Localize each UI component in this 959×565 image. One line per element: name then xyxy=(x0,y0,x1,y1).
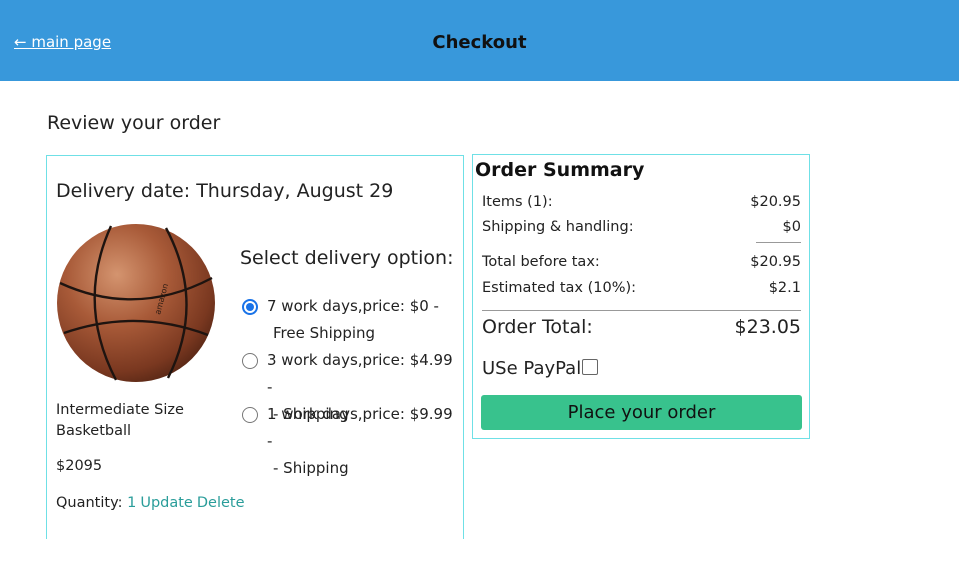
paypal-checkbox[interactable] xyxy=(582,359,598,375)
before-tax-label: Total before tax: xyxy=(482,254,600,270)
subtotal-divider xyxy=(756,242,801,243)
items-row: Items (1): $20.95 xyxy=(482,194,801,210)
order-total-label: Order Total: xyxy=(482,316,593,338)
order-summary-panel: Order Summary Items (1): $20.95 Shipping… xyxy=(472,154,810,439)
paypal-label: USe PayPal xyxy=(482,358,582,379)
basketball-image: amazon xyxy=(57,224,215,382)
delivery-date: Delivery date: Thursday, August 29 xyxy=(56,180,394,202)
tax-row: Estimated tax (10%): $2.1 xyxy=(482,280,801,296)
delivery-option-label: 7 work days,price: $0 - xyxy=(267,297,439,315)
delivery-options-title: Select delivery option: xyxy=(240,247,454,269)
delivery-option-7-days[interactable]: 7 work days,price: $0 - Free Shipping xyxy=(242,293,462,347)
shipping-row: Shipping & handling: $0 xyxy=(482,219,801,235)
order-total-row: Order Total: $23.05 xyxy=(482,316,801,338)
before-tax-value: $20.95 xyxy=(750,254,801,270)
radio-7-days[interactable] xyxy=(242,299,258,315)
checkout-header: ← main page Checkout xyxy=(0,0,959,81)
items-value: $20.95 xyxy=(750,194,801,210)
product-price: $2095 xyxy=(56,458,103,474)
items-label: Items (1): xyxy=(482,194,553,210)
delivery-option-label: 3 work days,price: $4.99 - xyxy=(267,351,453,396)
delivery-option-1-day[interactable]: 1 work days,price: $9.99 - - Shipping xyxy=(242,401,462,482)
radio-1-day[interactable] xyxy=(242,407,258,423)
before-tax-row: Total before tax: $20.95 xyxy=(482,254,801,270)
tax-value: $2.1 xyxy=(768,280,801,296)
quantity-label: Quantity: xyxy=(56,495,123,511)
update-link[interactable]: Update xyxy=(140,495,193,511)
delivery-option-label: 1 work days,price: $9.99 - xyxy=(267,405,453,450)
order-item-card: Delivery date: Thursday, August 29 amazo… xyxy=(46,155,464,539)
shipping-label: Shipping & handling: xyxy=(482,219,634,235)
quantity-row: Quantity: 1 Update Delete xyxy=(56,495,245,511)
order-summary-title: Order Summary xyxy=(475,159,645,181)
place-order-button[interactable]: Place your order xyxy=(481,395,802,430)
order-total-value: $23.05 xyxy=(734,316,801,338)
review-order-heading: Review your order xyxy=(47,112,221,134)
delivery-option-sublabel: Free Shipping xyxy=(273,324,376,342)
total-divider xyxy=(482,310,801,311)
product-name: Intermediate Size Basketball xyxy=(56,402,184,439)
delete-link[interactable]: Delete xyxy=(197,495,245,511)
shipping-value: $0 xyxy=(782,219,801,235)
quantity-value: 1 xyxy=(127,495,137,511)
tax-label: Estimated tax (10%): xyxy=(482,280,637,296)
delivery-option-sublabel: - Shipping xyxy=(273,459,349,477)
radio-3-days[interactable] xyxy=(242,353,258,369)
page-title: Checkout xyxy=(432,32,527,53)
